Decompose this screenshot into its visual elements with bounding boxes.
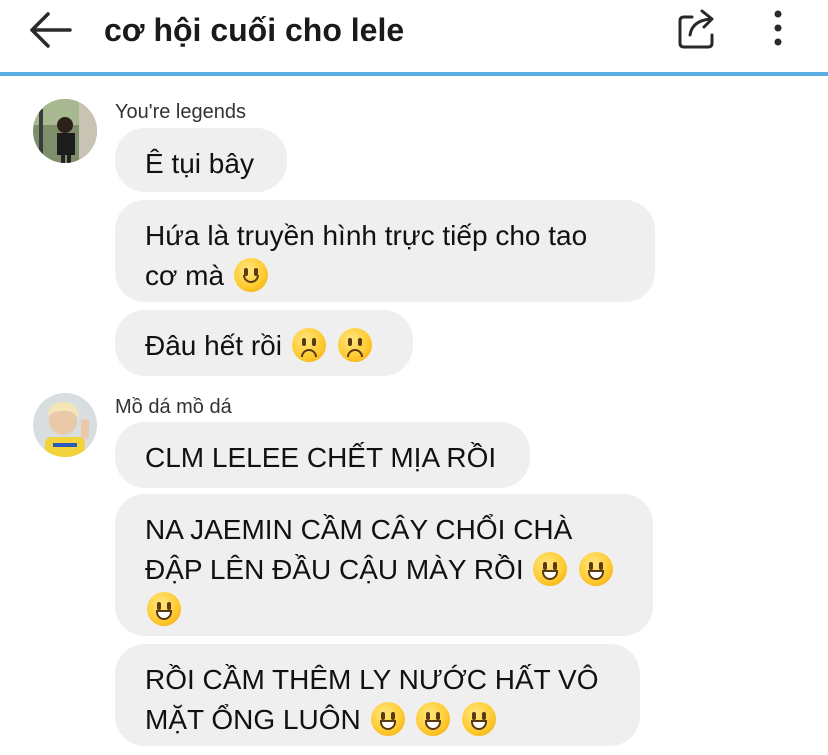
more-options-button[interactable] [756,4,800,52]
message-bubble[interactable]: Ê tụi bây [115,128,287,192]
message-bubble[interactable]: Hứa là truyền hình trực tiếp cho tao cơ … [115,200,655,302]
slightly-smiling-face-icon [233,257,268,292]
message-bubble[interactable]: RỒI CẦM THÊM LY NƯỚC HẤT VÔ MẶT ỔNG LUÔN [115,644,640,746]
more-vertical-icon [774,10,782,46]
message-text: Hứa là truyền hình trực tiếp cho tao cơ … [145,220,588,291]
message-text: NA JAEMIN CẦM CÂY CHỔI CHÀ ĐẬP LÊN ĐẦU C… [145,514,573,585]
grinning-face-icon [533,551,568,586]
grinning-face-icon [462,701,497,736]
grinning-face-icon [147,591,181,626]
grinning-face-icon [416,701,451,736]
share-button[interactable] [672,4,724,52]
frowning-face-icon [291,327,326,362]
message-text: Ê tụi bây [145,148,254,179]
message-bubble[interactable]: Đâu hết rồi [115,310,413,376]
grinning-face-icon [579,551,614,586]
message-text: Đâu hết rồi [145,330,282,361]
sender-name: Mồ dá mồ dá [115,396,232,418]
conversation-title: cơ hội cuối cho lele [104,12,405,48]
grinning-face-icon [370,701,405,736]
message-bubble[interactable]: NA JAEMIN CẦM CÂY CHỔI CHÀ ĐẬP LÊN ĐẦU C… [115,494,653,636]
sender-name: You're legends [115,101,246,123]
message-bubble[interactable]: CLM LELEE CHẾT MỊA RỒI [115,422,530,488]
chat-header: cơ hội cuối cho lele [0,0,828,74]
message-text: CLM LELEE CHẾT MỊA RỒI [145,442,497,473]
avatar[interactable] [33,99,97,163]
avatar[interactable] [33,393,97,457]
header-divider [0,72,828,76]
back-button[interactable] [22,8,78,52]
share-icon [678,9,714,49]
arrow-left-icon [30,12,72,48]
frowning-face-icon [337,327,372,362]
